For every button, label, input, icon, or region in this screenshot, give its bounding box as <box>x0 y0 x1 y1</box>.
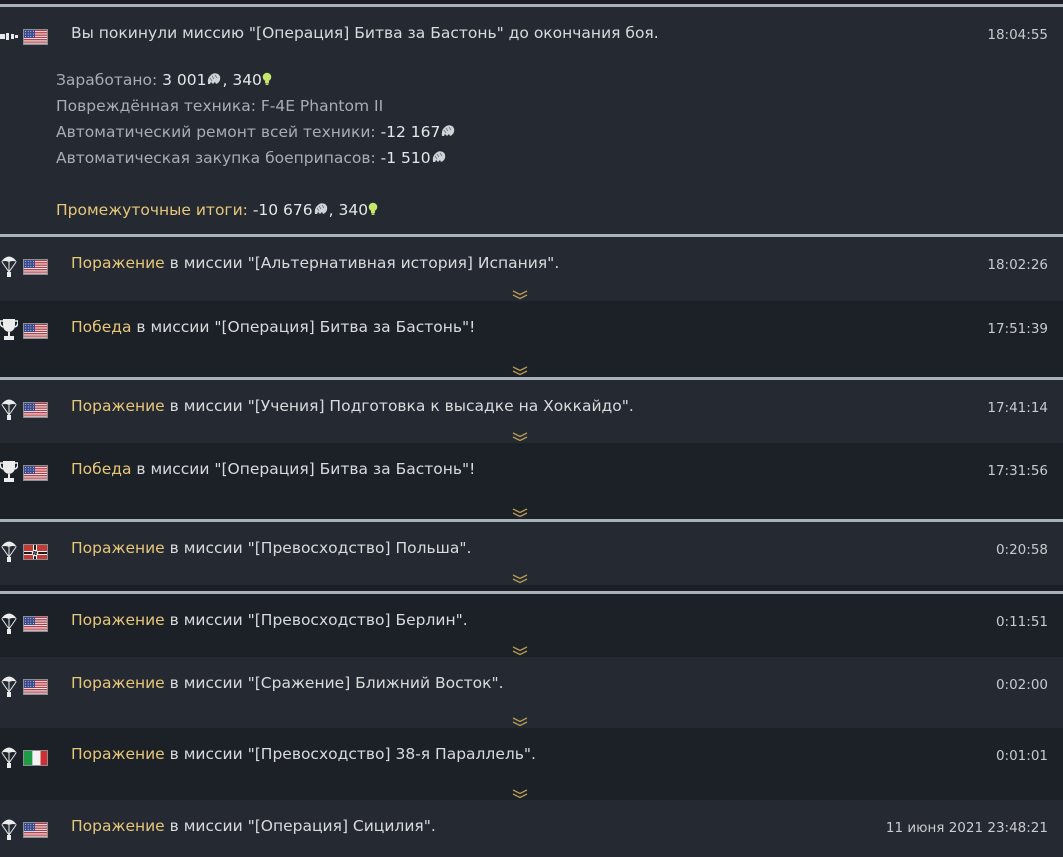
trophy-icon <box>0 459 19 482</box>
expand-chevron-icon[interactable] <box>512 784 528 799</box>
expand-chevron-icon[interactable] <box>512 427 528 442</box>
entry-mission-text: в миссии "[Превосходство] Берлин". <box>164 611 468 629</box>
exit-icon <box>0 29 18 51</box>
expand-chevron-icon[interactable] <box>512 569 528 584</box>
entry-time: 17:31:56 <box>987 463 1048 479</box>
silver-lions-icon <box>440 120 456 136</box>
log-entry[interactable]: Победа в миссии "[Операция] Битва за Бас… <box>0 443 1063 519</box>
flag-usa-icon <box>23 616 48 632</box>
flag-usa-icon <box>23 259 48 275</box>
repair-line: Автоматический ремонт всей техники: -12 … <box>56 119 456 145</box>
entry-mission-text: в миссии "[Операция] Битва за Бастонь"! <box>131 460 476 478</box>
entry-result: Поражение <box>71 397 165 415</box>
research-points-icon <box>368 198 378 215</box>
log-entry[interactable]: Поражение в миссии "[Превосходство] 38-я… <box>0 728 1063 800</box>
parachute-icon <box>0 816 18 840</box>
earned-line: Заработано: 3 001, 340 <box>56 67 456 93</box>
flag-usa-icon <box>23 465 48 481</box>
entry-result: Поражение <box>71 674 165 692</box>
expand-chevron-icon[interactable] <box>512 361 528 376</box>
expand-chevron-icon[interactable] <box>512 712 528 727</box>
entry-time: 18:02:26 <box>987 257 1048 273</box>
flag-usa-icon <box>23 822 48 838</box>
entry-time: 11 июня 2021 23:48:21 <box>885 820 1048 836</box>
flag-usa-icon <box>23 679 48 695</box>
log-entry[interactable]: Поражение в миссии "[Сражение] Ближний В… <box>0 657 1063 728</box>
log-entry[interactable]: Поражение в миссии "[Учения] Подготовка … <box>0 380 1063 443</box>
log-entry[interactable]: Поражение в миссии "[Превосходство] Поль… <box>0 522 1063 585</box>
log-entry[interactable]: Победа в миссии "[Операция] Битва за Бас… <box>0 301 1063 377</box>
log-entry[interactable]: Поражение в миссии "[Превосходство] Берл… <box>0 594 1063 657</box>
entry-message: Поражение в миссии "[Превосходство] Берл… <box>71 611 468 629</box>
entry-result: Победа <box>71 318 132 336</box>
flag-germany-icon <box>23 544 48 560</box>
flag-usa-icon <box>23 402 48 418</box>
entry-message: Победа в миссии "[Операция] Битва за Бас… <box>71 460 475 478</box>
parachute-icon <box>0 396 18 420</box>
research-points-icon <box>262 68 272 85</box>
log-entry-detailed[interactable]: Вы покинули миссию "[Операция] Битва за … <box>0 7 1063 235</box>
entry-time: 18:04:55 <box>987 27 1048 43</box>
entry-mission-text: в миссии "[Сражение] Ближний Восток". <box>164 674 504 692</box>
damaged-line: Повреждённая техника: F-4E Phantom II <box>56 97 384 115</box>
subtotal-line: Промежуточные итоги: -10 676, 340 <box>56 197 456 223</box>
entry-message: Поражение в миссии "[Операция] Сицилия". <box>71 817 436 835</box>
silver-lions-icon <box>206 68 222 84</box>
flag-usa-icon <box>23 29 48 45</box>
entry-message: Поражение в миссии "[Превосходство] 38-я… <box>71 745 536 763</box>
ammo-line: Автоматическая закупка боеприпасов: -1 5… <box>56 145 456 171</box>
entry-message: Поражение в миссии "[Превосходство] Поль… <box>71 539 471 557</box>
parachute-icon <box>0 744 18 768</box>
entry-result: Поражение <box>71 254 165 272</box>
trophy-icon <box>0 317 19 340</box>
entry-mission-text: в миссии "[Операция] Битва за Бастонь"! <box>131 318 476 336</box>
log-entry[interactable]: Поражение в миссии "[Альтернативная исто… <box>0 237 1063 301</box>
entry-result: Победа <box>71 460 132 478</box>
entry-mission-text: в миссии "[Превосходство] Польша". <box>164 539 472 557</box>
entry-time: 0:11:51 <box>995 614 1048 630</box>
silver-lions-icon <box>431 146 447 162</box>
entry-result: Поражение <box>71 817 165 835</box>
entry-result: Поражение <box>71 539 165 557</box>
mission-details: Заработано: 3 001, 340 Повреждённая техн… <box>56 67 456 223</box>
expand-chevron-icon[interactable] <box>512 503 528 518</box>
entry-time: 0:01:01 <box>995 748 1048 764</box>
entry-mission-text: в миссии "[Альтернативная история] Испан… <box>164 254 560 272</box>
parachute-icon <box>0 610 18 634</box>
entry-mission-text: в миссии "[Превосходство] 38-я Параллель… <box>164 745 536 763</box>
entry-time: 17:41:14 <box>987 400 1048 416</box>
parachute-icon <box>0 673 18 697</box>
entry-time: 0:02:00 <box>995 677 1048 693</box>
silver-lions-icon <box>313 198 329 214</box>
parachute-icon <box>0 253 18 277</box>
entry-message: Поражение в миссии "[Сражение] Ближний В… <box>71 674 504 692</box>
entry-message: Поражение в миссии "[Альтернативная исто… <box>71 254 559 272</box>
log-entry[interactable]: Поражение в миссии "[Операция] Сицилия".… <box>0 800 1063 857</box>
flag-usa-icon <box>23 323 48 339</box>
flag-italy-icon <box>23 750 48 766</box>
entry-mission-text: в миссии "[Операция] Сицилия". <box>164 817 436 835</box>
entry-message: Вы покинули миссию "[Операция] Битва за … <box>71 24 659 42</box>
entry-result: Поражение <box>71 611 165 629</box>
expand-chevron-icon[interactable] <box>512 285 528 300</box>
battle-log: Вы покинули миссию "[Операция] Битва за … <box>0 0 1063 857</box>
expand-chevron-icon[interactable] <box>512 641 528 656</box>
entry-mission-text: в миссии "[Учения] Подготовка к высадке … <box>164 397 634 415</box>
entry-result: Поражение <box>71 745 165 763</box>
entry-time: 17:51:39 <box>987 321 1048 337</box>
parachute-icon <box>0 538 18 562</box>
entry-message: Поражение в миссии "[Учения] Подготовка … <box>71 397 634 415</box>
entry-time: 0:20:58 <box>995 542 1048 558</box>
entry-message: Победа в миссии "[Операция] Битва за Бас… <box>71 318 475 336</box>
